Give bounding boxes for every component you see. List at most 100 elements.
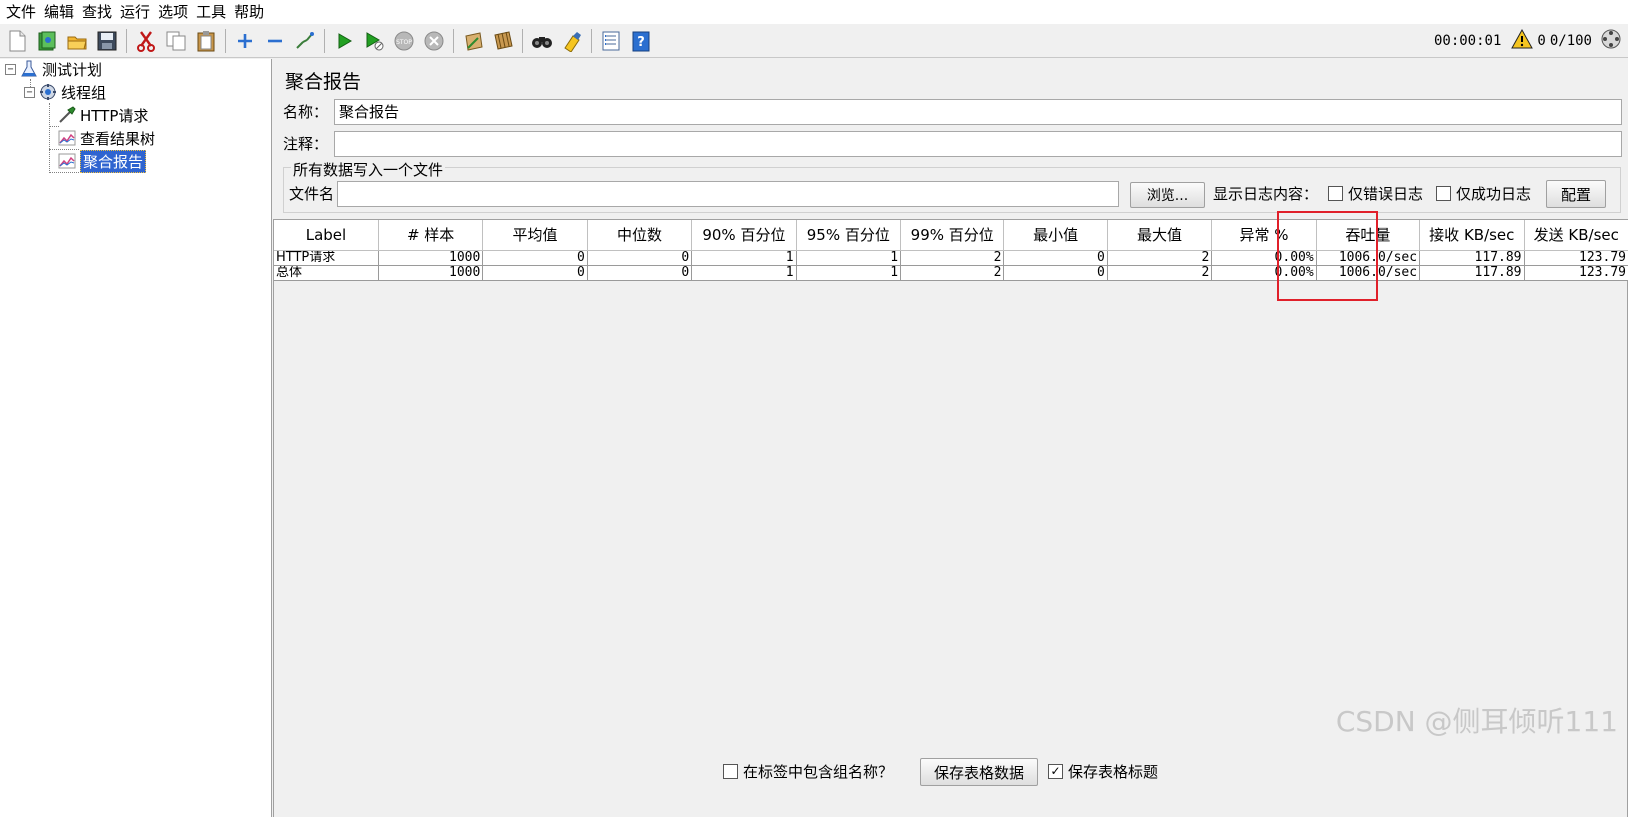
new-icon[interactable] xyxy=(4,28,30,54)
table-cell: 117.89 xyxy=(1419,250,1525,266)
table-cell: 0.00% xyxy=(1211,265,1317,281)
menu-edit[interactable]: 编辑 xyxy=(42,0,80,24)
copy-icon[interactable] xyxy=(163,28,189,54)
error-count: 0 xyxy=(1537,33,1546,49)
clear-icon[interactable] xyxy=(460,28,486,54)
start-icon[interactable] xyxy=(331,28,357,54)
start-no-pause-icon[interactable] xyxy=(361,28,387,54)
table-cell: 2 xyxy=(1107,265,1213,281)
table-cell: 0 xyxy=(482,265,588,281)
table-cell: 0 xyxy=(482,250,588,266)
checkbox-box[interactable] xyxy=(1436,186,1451,201)
table-row[interactable]: HTTP请求 1000 0 0 1 1 2 0 2 0.00% 1006.0/s… xyxy=(274,250,1628,266)
col-header-received[interactable]: 接收 KB/sec xyxy=(1419,220,1525,251)
results-table: Label # 样本 平均值 中位数 90% 百分位 95% 百分位 99% 百… xyxy=(274,220,1628,281)
menu-run[interactable]: 运行 xyxy=(118,0,156,24)
filename-label: 文件名 xyxy=(289,185,335,203)
col-header-p95[interactable]: 95% 百分位 xyxy=(796,220,902,251)
tree-node-aggregate-report[interactable]: 聚合报告 xyxy=(58,149,147,173)
collapse-toggle-icon[interactable]: − xyxy=(24,86,35,98)
help-icon[interactable]: ? xyxy=(628,28,654,54)
errors-only-label: 仅错误日志 xyxy=(1348,185,1424,203)
col-header-label[interactable]: Label xyxy=(274,220,379,251)
success-only-checkbox[interactable]: 仅成功日志 xyxy=(1436,183,1531,204)
tree-label-http-request: HTTP请求 xyxy=(80,106,149,125)
toggle-icon[interactable] xyxy=(292,28,318,54)
include-group-name-checkbox[interactable]: 在标签中包含组名称？ xyxy=(723,761,893,782)
watermark: CSDN @侧耳倾听111 xyxy=(1335,705,1618,738)
templates-icon[interactable] xyxy=(34,28,60,54)
toolbar-separator xyxy=(324,28,325,53)
open-icon[interactable] xyxy=(64,28,90,54)
col-header-max[interactable]: 最大值 xyxy=(1107,220,1213,251)
col-header-min[interactable]: 最小值 xyxy=(1003,220,1108,251)
checkbox-box[interactable] xyxy=(723,764,738,779)
save-icon[interactable] xyxy=(94,28,120,54)
toolbar-separator xyxy=(522,28,523,53)
expand-icon[interactable] xyxy=(232,28,258,54)
test-plan-icon xyxy=(20,60,38,78)
browse-button[interactable]: 浏览... xyxy=(1130,182,1205,208)
function-helper-icon[interactable] xyxy=(598,28,624,54)
col-header-median[interactable]: 中位数 xyxy=(587,220,693,251)
paste-icon[interactable] xyxy=(193,28,219,54)
success-only-label: 仅成功日志 xyxy=(1456,185,1532,203)
tree-node-http-request[interactable]: HTTP请求 xyxy=(58,104,148,126)
filename-field[interactable] xyxy=(337,181,1119,207)
errors-only-checkbox[interactable]: 仅错误日志 xyxy=(1328,183,1423,204)
table-cell: 总体 xyxy=(274,265,379,281)
checkbox-box-checked[interactable]: ✓ xyxy=(1048,764,1063,779)
menu-bar: 文件 编辑 查找 运行 选项 工具 帮助 xyxy=(0,0,1628,24)
tree-label-view-results-tree: 查看结果树 xyxy=(80,129,156,148)
menu-file[interactable]: 文件 xyxy=(4,0,42,24)
col-header-average[interactable]: 平均值 xyxy=(482,220,588,251)
col-header-sent[interactable]: 发送 KB/sec xyxy=(1524,220,1628,251)
configure-button[interactable]: 配置 xyxy=(1546,180,1606,208)
col-header-error-pct[interactable]: 异常 % xyxy=(1211,220,1317,251)
checkbox-box[interactable] xyxy=(1328,186,1343,201)
tree-label-thread-group: 线程组 xyxy=(61,83,107,102)
listener-graph-icon xyxy=(58,152,76,170)
menu-tools[interactable]: 工具 xyxy=(194,0,232,24)
table-cell: 2 xyxy=(900,265,1005,281)
table-row[interactable]: 总体 1000 0 0 1 1 2 0 2 0.00% 1006.0/sec 1… xyxy=(274,265,1628,281)
reset-search-icon[interactable] xyxy=(559,28,585,54)
log-display-label: 显示日志内容： xyxy=(1213,185,1319,203)
table-cell: 1 xyxy=(691,265,797,281)
name-label: 名称： xyxy=(283,103,329,121)
name-field[interactable]: 聚合报告 xyxy=(334,99,1622,125)
menu-options[interactable]: 选项 xyxy=(156,0,194,24)
thread-group-icon xyxy=(39,83,57,101)
menu-search[interactable]: 查找 xyxy=(80,0,118,24)
tree-node-view-results-tree[interactable]: 查看结果树 xyxy=(58,127,155,149)
shutdown-icon[interactable] xyxy=(421,28,447,54)
col-header-throughput[interactable]: 吞吐量 xyxy=(1316,220,1421,251)
stop-icon[interactable]: STOP xyxy=(391,28,417,54)
cut-icon[interactable] xyxy=(133,28,159,54)
save-table-header-checkbox[interactable]: ✓ 保存表格标题 xyxy=(1048,761,1158,782)
table-cell: 0.00% xyxy=(1211,250,1317,266)
thread-count: 0/100 xyxy=(1549,33,1592,49)
col-header-samples[interactable]: # 样本 xyxy=(378,220,484,251)
col-header-p90[interactable]: 90% 百分位 xyxy=(691,220,797,251)
warning-icon[interactable] xyxy=(1511,28,1534,53)
table-header-row: Label # 样本 平均值 中位数 90% 百分位 95% 百分位 99% 百… xyxy=(274,220,1628,251)
table-cell: 117.89 xyxy=(1419,265,1525,281)
menu-help[interactable]: 帮助 xyxy=(232,0,270,24)
table-cell: 1 xyxy=(796,250,902,266)
collapse-toggle-icon[interactable]: − xyxy=(5,63,16,75)
clear-all-icon[interactable] xyxy=(490,28,516,54)
table-cell: 1006.0/sec xyxy=(1316,265,1421,281)
listener-graph-icon xyxy=(58,129,76,147)
search-icon[interactable] xyxy=(529,28,555,54)
table-cell: 0 xyxy=(1003,250,1108,266)
toolbar-separator xyxy=(453,28,454,53)
save-table-data-button[interactable]: 保存表格数据 xyxy=(920,758,1038,786)
tree-node-test-plan[interactable]: − 测试计划 xyxy=(5,58,102,80)
collapse-icon[interactable] xyxy=(262,28,288,54)
bottom-bar: 在标签中包含组名称？ 保存表格数据 ✓ 保存表格标题 xyxy=(273,754,1628,790)
tree-node-thread-group[interactable]: − 线程组 xyxy=(24,81,106,103)
col-header-p99[interactable]: 99% 百分位 xyxy=(900,220,1005,251)
comment-field[interactable] xyxy=(334,131,1622,157)
tree-label-test-plan: 测试计划 xyxy=(42,60,103,79)
